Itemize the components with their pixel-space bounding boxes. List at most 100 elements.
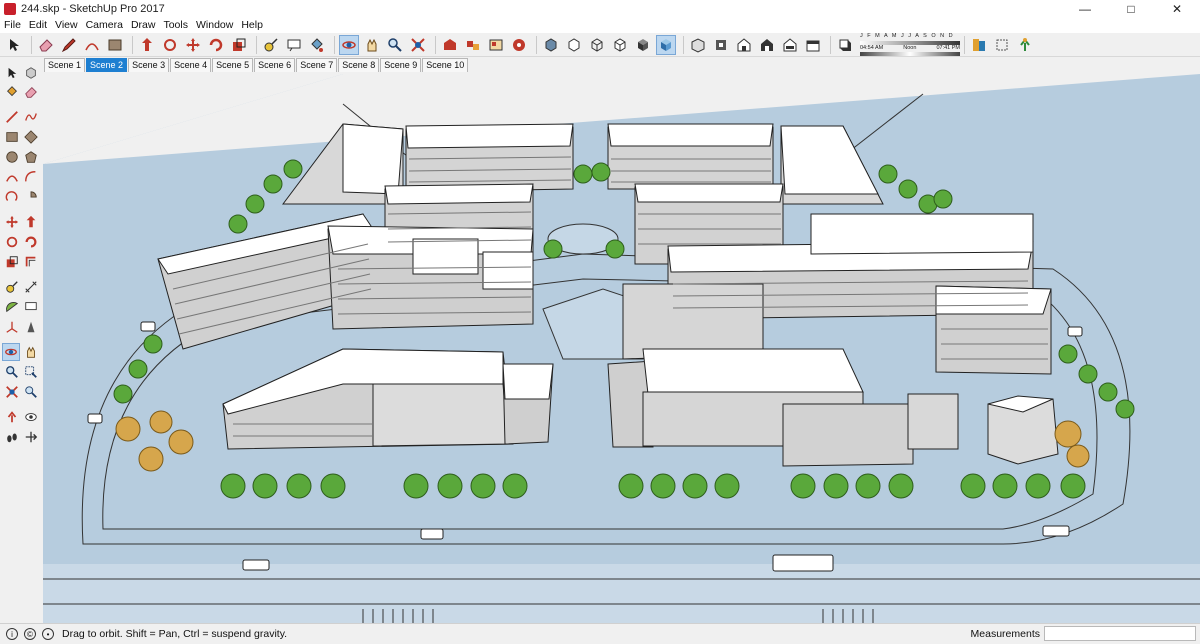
menu-tools[interactable]: Tools: [159, 18, 192, 33]
rotate-icon[interactable]: [3, 233, 21, 251]
components-icon[interactable]: [486, 35, 506, 55]
eraser-icon[interactable]: [36, 35, 56, 55]
select-icon[interactable]: [4, 35, 24, 55]
protractor-icon[interactable]: [3, 298, 21, 316]
rotated-rectangle-icon[interactable]: [22, 128, 40, 146]
tab-scene-2[interactable]: Scene 2: [86, 58, 128, 72]
minimize-button[interactable]: —: [1062, 0, 1108, 18]
warehouse-icon[interactable]: [440, 35, 460, 55]
tab-scene-10[interactable]: Scene 10: [422, 58, 469, 72]
look-around-icon[interactable]: [22, 408, 40, 426]
paint-bucket-icon[interactable]: [3, 83, 21, 101]
zoom-extents-icon[interactable]: [408, 35, 428, 55]
arc-icon[interactable]: [82, 35, 102, 55]
credits-icon[interactable]: ©: [24, 628, 36, 640]
user-icon[interactable]: •: [42, 628, 54, 640]
time-slider[interactable]: [860, 51, 960, 56]
zoom-icon[interactable]: [3, 363, 21, 381]
tape-measure-icon[interactable]: [3, 278, 21, 296]
maximize-button[interactable]: □: [1108, 0, 1154, 18]
menu-file[interactable]: File: [0, 18, 25, 33]
shadows-icon[interactable]: [835, 35, 855, 55]
menu-draw[interactable]: Draw: [127, 18, 160, 33]
wireframe-icon[interactable]: [587, 35, 607, 55]
rectangle-icon[interactable]: [105, 35, 125, 55]
tab-scene-4[interactable]: Scene 4: [170, 58, 212, 72]
tab-scene-6[interactable]: Scene 6: [254, 58, 296, 72]
shaded-icon[interactable]: [633, 35, 653, 55]
zoom-icon[interactable]: [385, 35, 405, 55]
menu-camera[interactable]: Camera: [82, 18, 127, 33]
pan-icon[interactable]: [22, 343, 40, 361]
make-component-icon[interactable]: [22, 64, 40, 82]
section-plane-icon[interactable]: [22, 428, 40, 446]
previous-view-icon[interactable]: [22, 383, 40, 401]
extension-warehouse-icon[interactable]: [463, 35, 483, 55]
tab-scene-8[interactable]: Scene 8: [338, 58, 380, 72]
top-view-icon[interactable]: [711, 35, 731, 55]
tab-scene-1[interactable]: Scene 1: [44, 58, 86, 72]
axes-icon[interactable]: [3, 318, 21, 336]
position-camera-icon[interactable]: [3, 408, 21, 426]
follow-me-icon[interactable]: [206, 35, 226, 55]
move-icon[interactable]: [183, 35, 203, 55]
zoom-extents-icon[interactable]: [3, 383, 21, 401]
freehand-icon[interactable]: [22, 108, 40, 126]
dimension-icon[interactable]: [22, 278, 40, 296]
move-icon[interactable]: [3, 213, 21, 231]
menu-edit[interactable]: Edit: [25, 18, 51, 33]
model-viewport[interactable]: [43, 74, 1200, 623]
rotate-icon[interactable]: [160, 35, 180, 55]
back-edges-icon[interactable]: [564, 35, 584, 55]
zoom-window-icon[interactable]: [22, 363, 40, 381]
tab-scene-7[interactable]: Scene 7: [296, 58, 338, 72]
two-point-arc-icon[interactable]: [22, 168, 40, 186]
tape-measure-icon[interactable]: [261, 35, 281, 55]
pencil-icon[interactable]: [59, 35, 79, 55]
tab-scene-3[interactable]: Scene 3: [128, 58, 170, 72]
xray-icon[interactable]: [541, 35, 561, 55]
walk-icon[interactable]: [3, 428, 21, 446]
scale-icon[interactable]: [229, 35, 249, 55]
scale-icon[interactable]: [3, 253, 21, 271]
three-point-arc-icon[interactable]: [3, 188, 21, 206]
geolocation-icon[interactable]: i: [6, 628, 18, 640]
circle-icon[interactable]: [3, 148, 21, 166]
menu-window[interactable]: Window: [192, 18, 237, 33]
front-view-icon[interactable]: [734, 35, 754, 55]
hidden-line-icon[interactable]: [610, 35, 630, 55]
tab-scene-5[interactable]: Scene 5: [212, 58, 254, 72]
select-icon[interactable]: [3, 64, 21, 82]
pie-icon[interactable]: [22, 188, 40, 206]
close-button[interactable]: ✕: [1154, 0, 1200, 18]
orbit-icon[interactable]: [339, 34, 359, 55]
shaded-textures-icon[interactable]: [656, 34, 676, 55]
section-plane-icon[interactable]: [969, 35, 989, 55]
rectangle-icon[interactable]: [3, 128, 21, 146]
text-icon[interactable]: [284, 35, 304, 55]
arc-icon[interactable]: [3, 168, 21, 186]
menu-help[interactable]: Help: [237, 18, 267, 33]
menu-view[interactable]: View: [51, 18, 82, 33]
left-view-icon[interactable]: [803, 35, 823, 55]
section-display-icon[interactable]: [992, 35, 1012, 55]
measurements-input[interactable]: [1044, 626, 1196, 641]
push-pull-icon[interactable]: [22, 213, 40, 231]
polygon-icon[interactable]: [22, 148, 40, 166]
pan-icon[interactable]: [362, 35, 382, 55]
iso-view-icon[interactable]: [688, 35, 708, 55]
push-pull-icon[interactable]: [137, 35, 157, 55]
share-icon[interactable]: [509, 35, 529, 55]
back-view-icon[interactable]: [780, 35, 800, 55]
offset-icon[interactable]: [22, 253, 40, 271]
3d-text-icon[interactable]: [22, 318, 40, 336]
position-camera-icon[interactable]: [1015, 35, 1035, 55]
right-view-icon[interactable]: [757, 35, 777, 55]
line-icon[interactable]: [3, 108, 21, 126]
tab-scene-9[interactable]: Scene 9: [380, 58, 422, 72]
text-icon[interactable]: [22, 298, 40, 316]
eraser-icon[interactable]: [22, 83, 40, 101]
follow-me-icon[interactable]: [22, 233, 40, 251]
paint-bucket-icon[interactable]: [307, 35, 327, 55]
orbit-icon[interactable]: [2, 343, 20, 361]
